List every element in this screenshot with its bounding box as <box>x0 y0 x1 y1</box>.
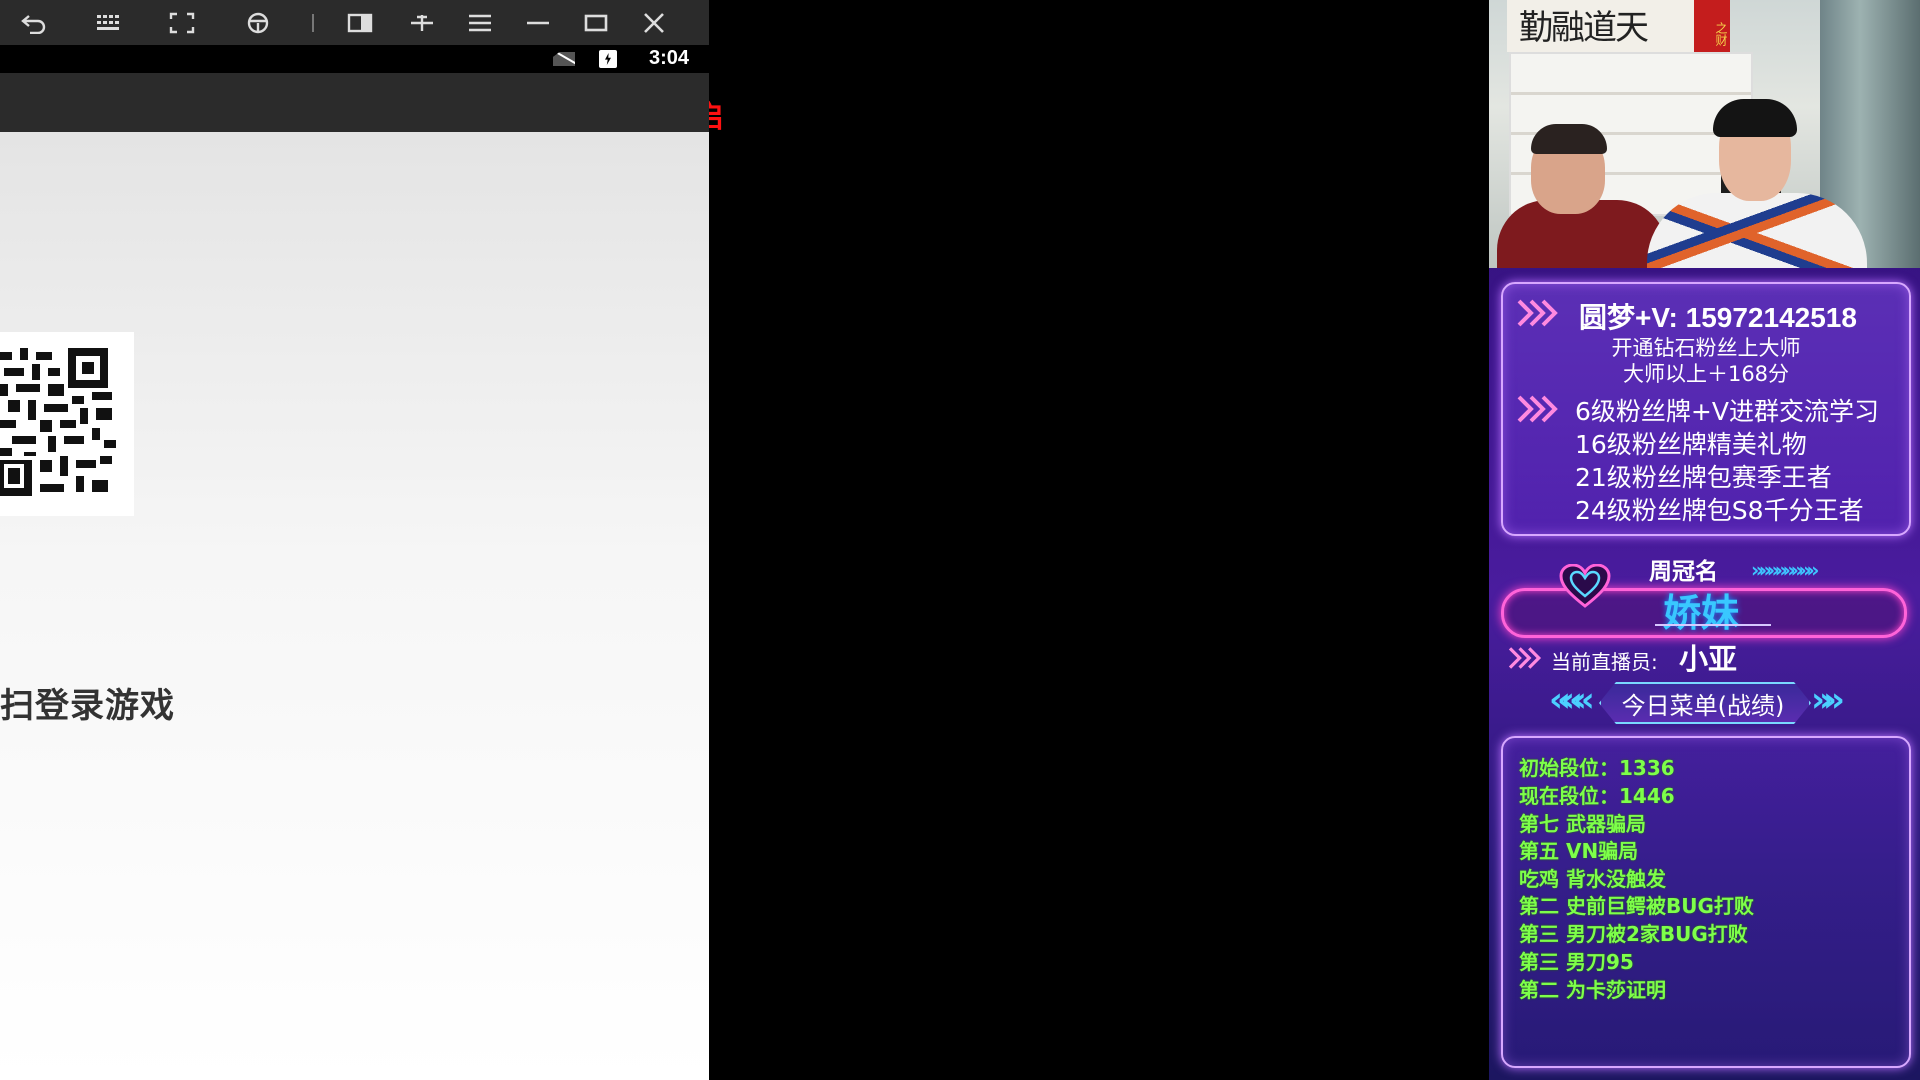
qr-code-icon <box>0 344 116 504</box>
calligraphy-scroll: 勤融道天 <box>1507 0 1709 52</box>
steering-icon[interactable] <box>240 8 276 38</box>
maximize-icon[interactable] <box>578 8 614 38</box>
promo-item: 21级粉丝牌包赛季王者 <box>1575 463 1832 492</box>
pin-icon[interactable] <box>404 8 440 38</box>
weekly-name: 娇妹 <box>1662 591 1739 635</box>
toolbar-divider <box>312 14 314 32</box>
weekly-label: 周冠名 <box>1649 559 1718 585</box>
weekly-sponsor: 周冠名 »»»»»»»» 娇妹 <box>1501 548 1907 638</box>
overlay-red-text: 启 <box>709 92 745 136</box>
weekly-underline <box>1655 624 1771 626</box>
overlay-red-text-label: 启 <box>709 100 724 135</box>
window-icon[interactable] <box>342 8 378 38</box>
record-line: 第七 武器骗局 <box>1519 812 1646 836</box>
login-screen: 扫登录游戏 <box>0 132 709 1080</box>
promo-title: 圆梦+V: 15972142518 <box>1579 302 1857 333</box>
triple-chevron-icon <box>1508 647 1542 669</box>
scan-login-text: 扫登录游戏 <box>0 686 175 726</box>
webcam-feed: 勤融道天 之财 <box>1489 0 1920 268</box>
record-line: 初始段位：1336 <box>1519 756 1675 780</box>
menu-icon[interactable] <box>462 8 498 38</box>
streamer-name: 小亚 <box>1679 642 1738 676</box>
promo-item: 24级粉丝牌包S8千分王者 <box>1575 496 1864 525</box>
record-line: 第三 男刀95 <box>1519 950 1634 974</box>
record-line: 第五 VN骗局 <box>1519 839 1639 863</box>
chevron-right-icon: »» <box>1811 680 1845 720</box>
promo-subtitle-2: 大师以上＋168分 <box>1622 362 1790 386</box>
person-left <box>1497 124 1667 268</box>
streamer-label: 当前直播员: <box>1551 650 1658 674</box>
promo-item: 6级粉丝牌+V进群交流学习 <box>1575 397 1879 426</box>
record-line: 第三 男刀被2家BUG打败 <box>1519 922 1748 946</box>
status-time: 3:04 <box>648 47 689 69</box>
record-line: 现在段位：1446 <box>1519 784 1675 808</box>
promo-item: 16级粉丝牌精美礼物 <box>1575 430 1807 459</box>
menu-banner: ««« 今日菜单(战绩) »» <box>1549 678 1859 726</box>
close-icon[interactable] <box>636 8 672 38</box>
keyboard-icon[interactable] <box>90 8 126 38</box>
stream-overlay-panel: 勤融道天 之财 圆梦+V: 15972142518 开通钻石粉丝上大师 大师以上… <box>1489 0 1920 1080</box>
records-box: 初始段位：1336 现在段位：1446 第七 武器骗局 第五 VN骗局 吃鸡 背… <box>1501 736 1911 1068</box>
chevron-left-icon: ««« <box>1549 680 1595 720</box>
menu-title: 今日菜单(战绩) <box>1621 692 1785 720</box>
person-right <box>1647 99 1867 268</box>
no-sim-icon <box>553 52 575 66</box>
weekly-chevrons: »»»»»»»» <box>1751 558 1819 582</box>
android-status-bar: 3:04 <box>0 45 709 73</box>
record-line: 第二 史前巨鳄被BUG打败 <box>1519 894 1754 918</box>
qr-code[interactable] <box>0 332 134 516</box>
back-icon[interactable] <box>16 8 52 38</box>
record-line: 吃鸡 背水没触发 <box>1519 867 1666 891</box>
promo-box: 圆梦+V: 15972142518 开通钻石粉丝上大师 大师以上＋168分 6级… <box>1501 282 1911 536</box>
emulator-window: 3:04 扫登录游戏 <box>0 0 709 1080</box>
battery-charging-icon <box>599 50 617 68</box>
fullscreen-icon[interactable] <box>164 8 200 38</box>
triple-chevron-icon <box>1517 395 1558 423</box>
record-line: 第二 为卡莎证明 <box>1519 978 1666 1002</box>
emulator-toolbar <box>0 0 709 45</box>
app-bar <box>0 73 709 132</box>
minimize-icon[interactable] <box>520 8 556 38</box>
